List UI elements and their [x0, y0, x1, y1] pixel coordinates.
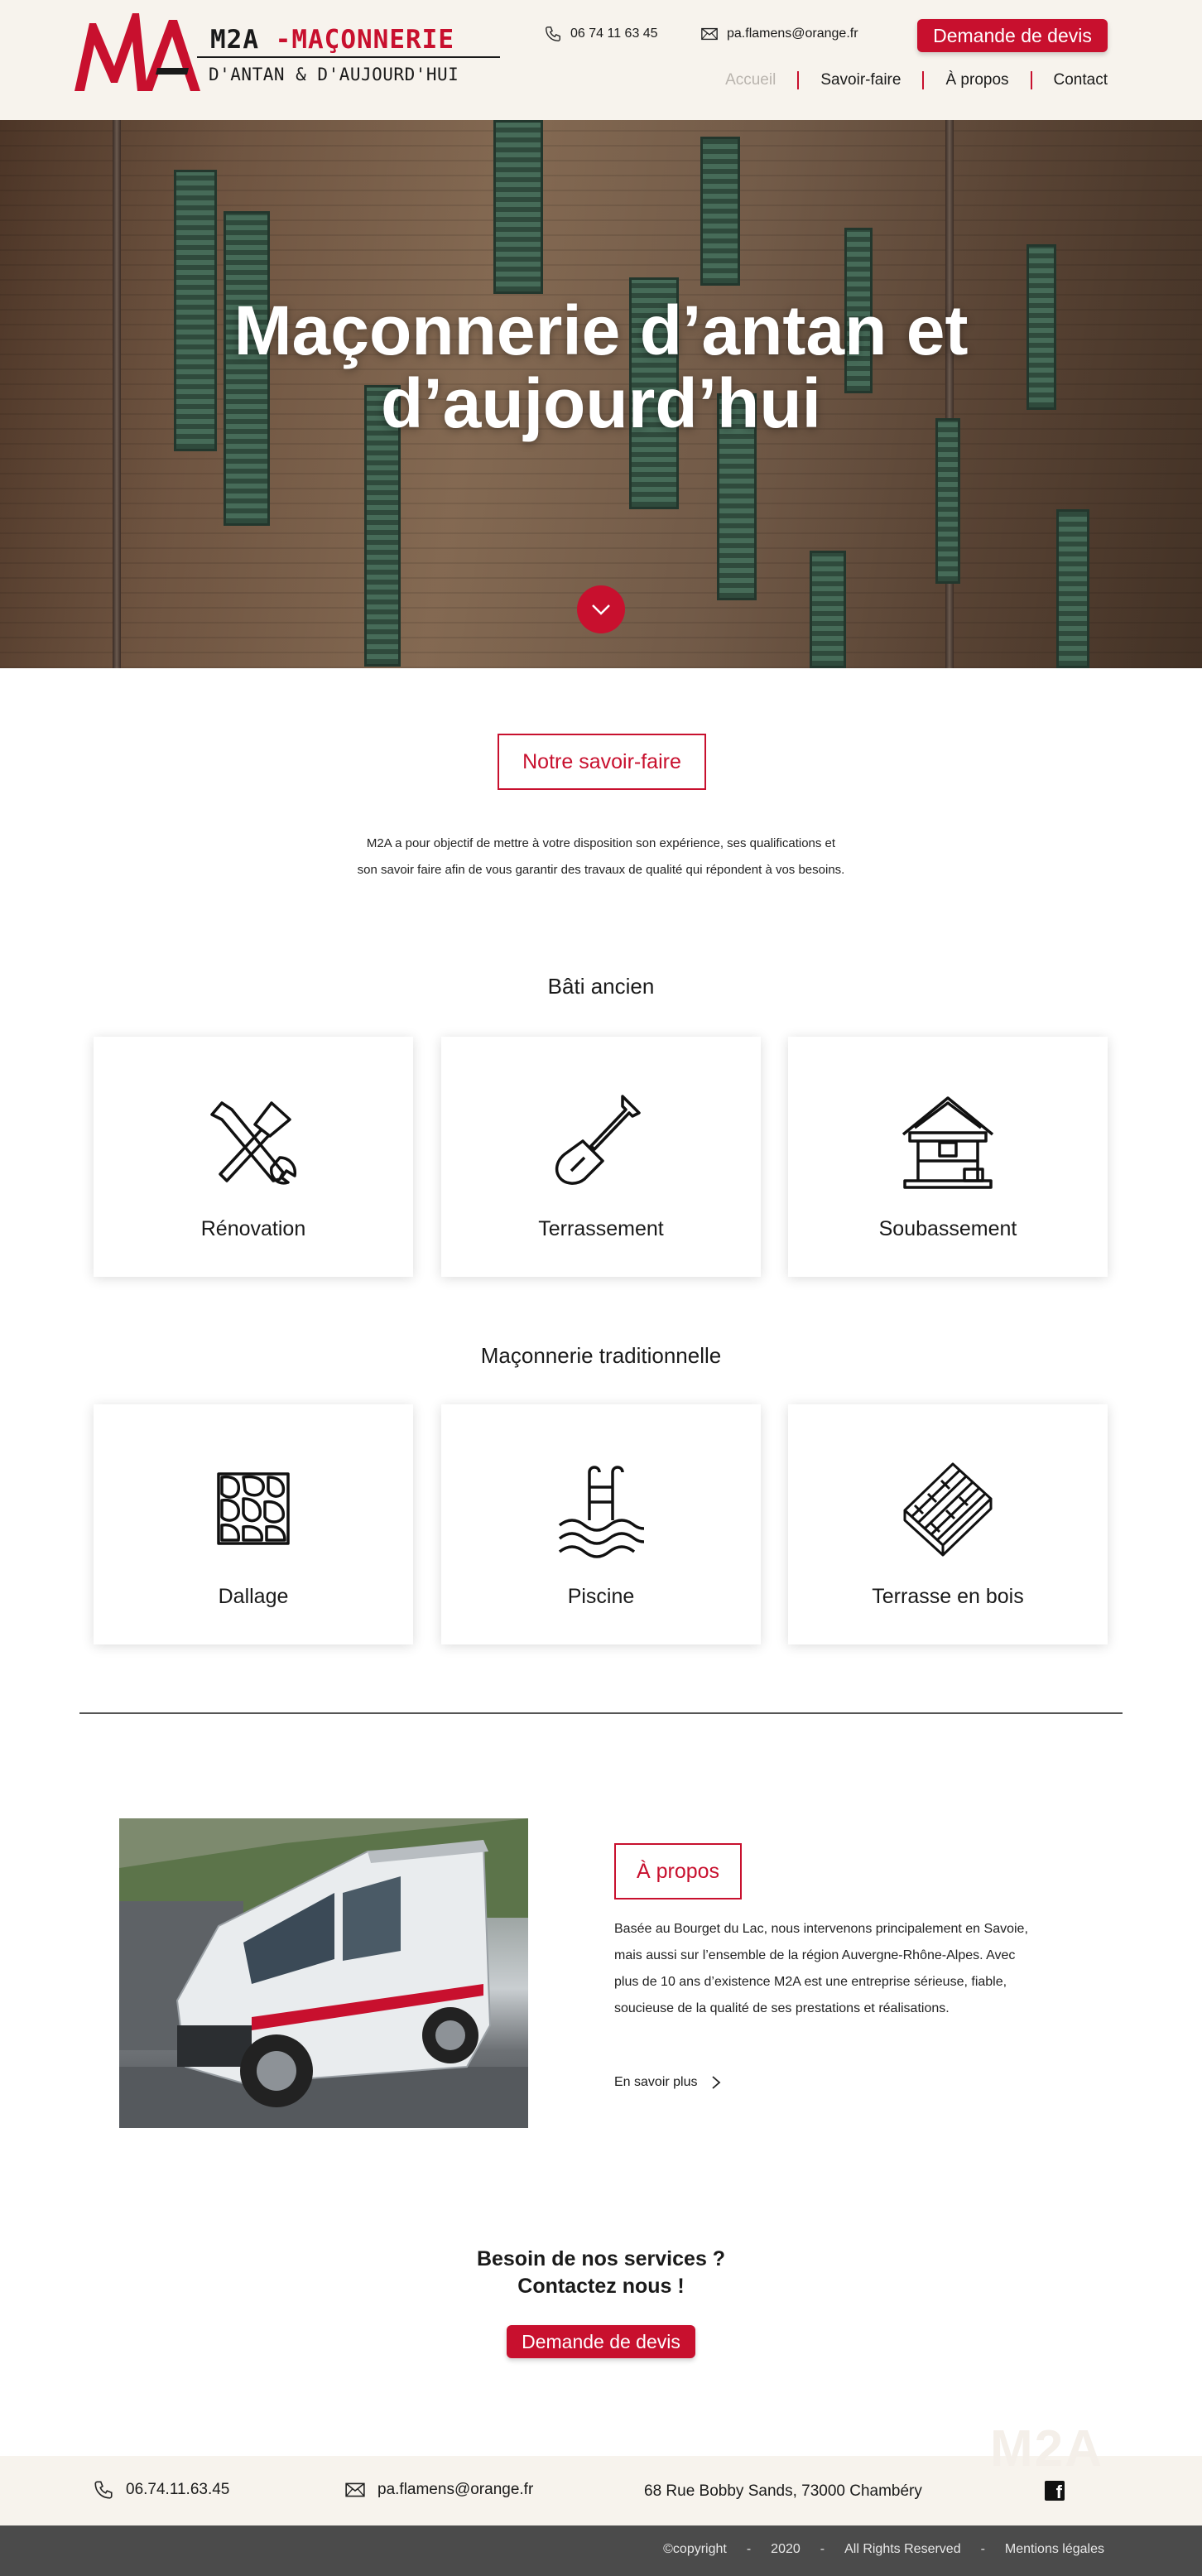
phone-icon — [94, 2481, 113, 2499]
nav-contact[interactable]: Contact — [1032, 71, 1108, 89]
phone-icon — [546, 26, 560, 41]
service-card-dallage[interactable]: Dallage — [94, 1404, 413, 1644]
brand-tagline: D'ANTAN & D'AUJOURD'HUI — [209, 65, 459, 84]
main-nav: Accueil Savoir-faire À propos Contact — [704, 71, 1108, 89]
wood-deck-icon — [903, 1462, 993, 1557]
footer-address-text: 68 Rue Bobby Sands, 73000 Chambéry — [644, 2482, 922, 2500]
window-shutter — [700, 137, 740, 286]
m2a-logo-mark — [75, 13, 200, 91]
rights-text: All Rights Reserved — [844, 2542, 961, 2556]
bottom-separator: - — [980, 2542, 985, 2556]
mail-icon — [345, 2482, 365, 2497]
van-illustration — [119, 1818, 528, 2128]
bottom-separator: - — [820, 2542, 825, 2556]
header-email-text: pa.flamens@orange.fr — [727, 26, 858, 41]
footer-address: 68 Rue Bobby Sands, 73000 Chambéry — [644, 2482, 922, 2501]
site-footer: M2A 06.74.11.63.45 pa.flamens@orange.fr … — [0, 2420, 1202, 2525]
mail-icon — [701, 27, 718, 41]
hero-title-line1: Maçonnerie d’antan et — [233, 291, 969, 369]
footer-phone-text: 06.74.11.63.45 — [126, 2481, 230, 2498]
window-shutter — [810, 551, 846, 668]
savoir-faire-intro: M2A a pour objectif de mettre à votre di… — [0, 831, 1202, 884]
paving-icon — [217, 1472, 290, 1545]
nav-a-propos[interactable]: À propos — [924, 71, 1030, 89]
window-shutter — [935, 418, 960, 584]
maconnerie-title: Maçonnerie traditionnelle — [480, 1343, 722, 1368]
service-card-piscine[interactable]: Piscine — [441, 1404, 761, 1644]
en-savoir-plus-link[interactable]: En savoir plus — [614, 2075, 723, 2090]
cta-line2: Contactez nous ! — [517, 2275, 685, 2298]
service-card-terrassement[interactable]: Terrassement — [441, 1037, 761, 1277]
logo-rule — [197, 56, 500, 58]
card-label: Rénovation — [200, 1217, 306, 1240]
footer-phone[interactable]: 06.74.11.63.45 — [93, 2479, 229, 2501]
footer-email[interactable]: pa.flamens@orange.fr — [344, 2479, 533, 2501]
shovel-icon — [555, 1095, 641, 1185]
a-propos-button[interactable]: À propos — [614, 1843, 742, 1899]
facebook-icon[interactable]: f — [1045, 2481, 1065, 2501]
window-shutter — [493, 120, 543, 294]
header-email[interactable]: pa.flamens@orange.fr — [700, 25, 858, 43]
tools-icon — [210, 1101, 297, 1185]
footer-watermark: M2A — [990, 2420, 1103, 2477]
legal-link[interactable]: Mentions légales — [1005, 2542, 1104, 2557]
hero-title-line2: d’aujourd’hui — [381, 364, 821, 442]
header-phone[interactable]: 06 74 11 63 45 — [544, 25, 658, 43]
scroll-down-button[interactable] — [577, 585, 625, 633]
company-van-photo — [119, 1818, 528, 2128]
bati-ancien-title: Bâti ancien — [547, 974, 655, 999]
nav-accueil[interactable]: Accueil — [704, 71, 797, 89]
savoir-faire-button[interactable]: Notre savoir-faire — [498, 734, 706, 790]
footer-email-text: pa.flamens@orange.fr — [377, 2481, 534, 2498]
card-label: Terrassement — [538, 1217, 664, 1240]
service-card-renovation[interactable]: Rénovation — [94, 1037, 413, 1277]
intro-line1: M2A a pour objectif de mettre à votre di… — [366, 836, 836, 850]
chevron-down-icon — [592, 604, 610, 615]
service-card-soubassement[interactable]: Soubassement — [788, 1037, 1108, 1277]
cta-line1: Besoin de nos services ? — [476, 2247, 726, 2270]
chevron-right-icon — [711, 2076, 720, 2089]
cta-quote-button[interactable]: Demande de devis — [507, 2325, 695, 2358]
hero-banner: Maçonnerie d’antan et d’aujourd’hui — [0, 120, 1202, 668]
intro-line2: son savoir faire afin de vous garantir d… — [357, 863, 845, 877]
header-quote-button[interactable]: Demande de devis — [917, 19, 1108, 52]
service-card-terrasse-bois[interactable]: Terrasse en bois — [788, 1404, 1108, 1644]
brand-name: M2A -MAÇONNERIE — [210, 25, 454, 55]
hero-title: Maçonnerie d’antan et d’aujourd’hui — [0, 294, 1202, 440]
bottom-separator: - — [746, 2542, 752, 2556]
card-label: Piscine — [567, 1585, 635, 1608]
about-text: Basée au Bourget du Lac, nous intervenon… — [614, 1922, 1028, 2015]
nav-savoir-faire[interactable]: Savoir-faire — [799, 71, 922, 89]
card-label: Soubassement — [878, 1217, 1017, 1240]
header-phone-text: 06 74 11 63 45 — [570, 26, 658, 41]
window-shutter — [1056, 509, 1089, 668]
section-divider — [79, 1712, 1123, 1714]
bottom-bar: ©copyright - 2020 - All Rights Reserved … — [0, 2525, 1202, 2576]
copyright-year: 2020 — [771, 2542, 801, 2556]
copyright-text: ©copyright — [663, 2542, 727, 2556]
house-frame-icon — [902, 1096, 994, 1189]
card-label: Dallage — [218, 1585, 289, 1608]
site-header: M2A -MAÇONNERIE D'ANTAN & D'AUJOURD'HUI … — [0, 0, 1202, 120]
more-link-label: En savoir plus — [614, 2075, 698, 2089]
pool-icon — [558, 1466, 645, 1558]
site-logo[interactable]: M2A -MAÇONNERIE D'ANTAN & D'AUJOURD'HUI — [71, 8, 500, 96]
cta-title: Besoin de nos services ? Contactez nous … — [0, 2246, 1202, 2300]
card-label: Terrasse en bois — [872, 1585, 1024, 1608]
